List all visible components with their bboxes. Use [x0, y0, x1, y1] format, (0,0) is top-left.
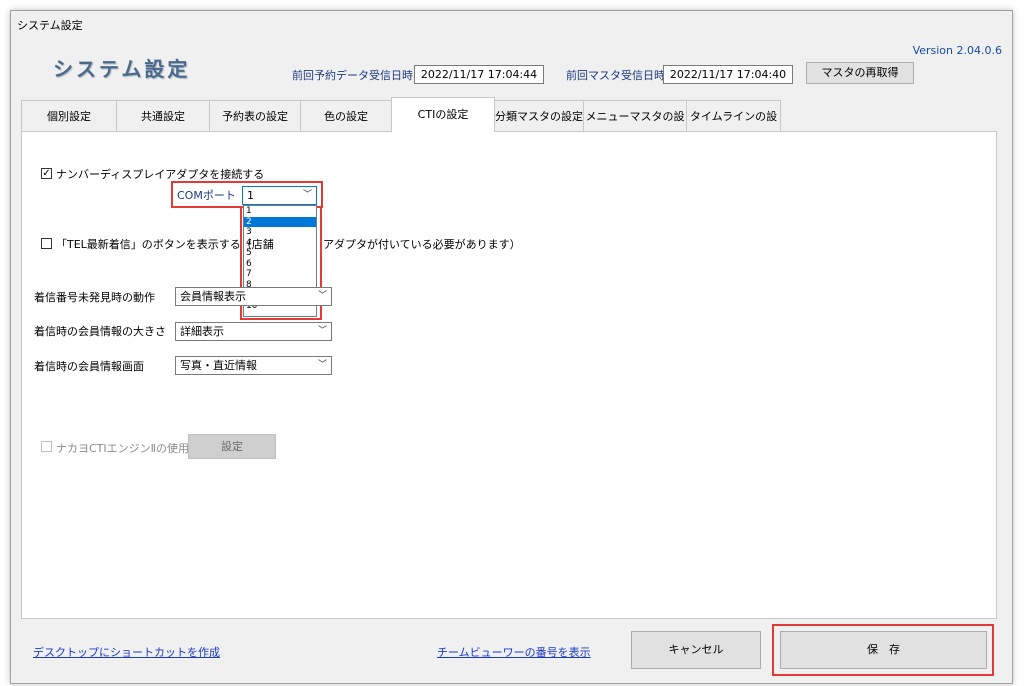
com-port-label: COMポート	[177, 189, 236, 202]
tab-common[interactable]: 共通設定	[116, 100, 210, 131]
com-port-select[interactable]: 1 ﹀	[242, 186, 317, 205]
tab-menu-master[interactable]: メニューマスタの設定	[583, 100, 687, 154]
chevron-down-icon: ﹀	[317, 326, 327, 336]
master-received-label: 前回マスタ受信日時	[566, 69, 665, 82]
tab-category-master[interactable]: 分類マスタの設定	[494, 100, 584, 131]
unknown-number-value: 会員情報表示	[180, 290, 246, 303]
nakayo-settings-button[interactable]: 設定	[188, 434, 276, 459]
member-size-label: 着信時の会員情報の大きさ	[34, 325, 166, 338]
member-size-select[interactable]: 詳細表示 ﹀	[175, 322, 332, 341]
tel-latest-checkbox[interactable]	[41, 238, 52, 249]
member-screen-select[interactable]: 写真・直近情報 ﹀	[175, 356, 332, 375]
tab-reservation-table[interactable]: 予約表の設定	[209, 100, 301, 131]
chevron-down-icon: ﹀	[317, 291, 327, 301]
com-port-option[interactable]: 6	[244, 259, 316, 270]
member-screen-label: 着信時の会員情報画面	[34, 360, 144, 373]
reacquire-master-button[interactable]: マスタの再取得	[806, 62, 914, 84]
com-port-option[interactable]: 7	[244, 269, 316, 280]
cancel-button[interactable]: キャンセル	[631, 631, 761, 669]
tab-individual[interactable]: 個別設定	[21, 100, 117, 131]
tab-timeline[interactable]: タイムラインの設定	[686, 100, 781, 154]
show-teamviewer-link[interactable]: チームビューワーの番号を表示	[437, 644, 591, 660]
version-label: Version 2.04.0.6	[912, 44, 1002, 57]
tel-latest-label: 「TEL最新着信」のボタンを表示する（店舗	[56, 238, 274, 251]
reservation-received-label: 前回予約データ受信日時	[292, 69, 413, 82]
reservation-received-value: 2022/11/17 17:04:44	[414, 65, 544, 84]
member-size-value: 詳細表示	[180, 325, 224, 338]
create-shortcut-link[interactable]: デスクトップにショートカットを作成	[33, 644, 220, 660]
member-screen-value: 写真・直近情報	[180, 359, 257, 372]
master-received-value: 2022/11/17 17:04:40	[663, 65, 793, 84]
window-title: システム設定	[17, 19, 83, 32]
cti-settings-panel	[21, 131, 997, 619]
number-display-label: ナンバーディスプレイアダプタを接続する	[56, 168, 265, 181]
chevron-down-icon: ﹀	[302, 190, 312, 200]
tel-latest-label-continued: アダプタが付いている必要があります）	[323, 238, 521, 251]
page-title: システム設定	[53, 57, 191, 81]
unknown-number-select[interactable]: 会員情報表示 ﹀	[175, 287, 332, 306]
tab-cti[interactable]: CTIの設定	[391, 97, 495, 132]
unknown-number-label: 着信番号未発見時の動作	[34, 291, 155, 304]
com-port-option[interactable]: 2	[244, 216, 316, 227]
nakayo-cti-checkbox[interactable]	[41, 441, 52, 452]
save-button[interactable]: 保 存	[780, 631, 987, 669]
nakayo-cti-label: ナカヨCTIエンジンⅡの使用	[56, 442, 190, 455]
tab-color[interactable]: 色の設定	[300, 100, 392, 131]
system-settings-window: システム設定 システム設定 Version 2.04.0.6 前回予約データ受信…	[10, 10, 1013, 684]
com-port-value: 1	[247, 189, 254, 202]
number-display-checkbox[interactable]: ✓	[41, 168, 52, 179]
com-port-option[interactable]: 1	[244, 206, 316, 217]
chevron-down-icon: ﹀	[317, 360, 327, 370]
